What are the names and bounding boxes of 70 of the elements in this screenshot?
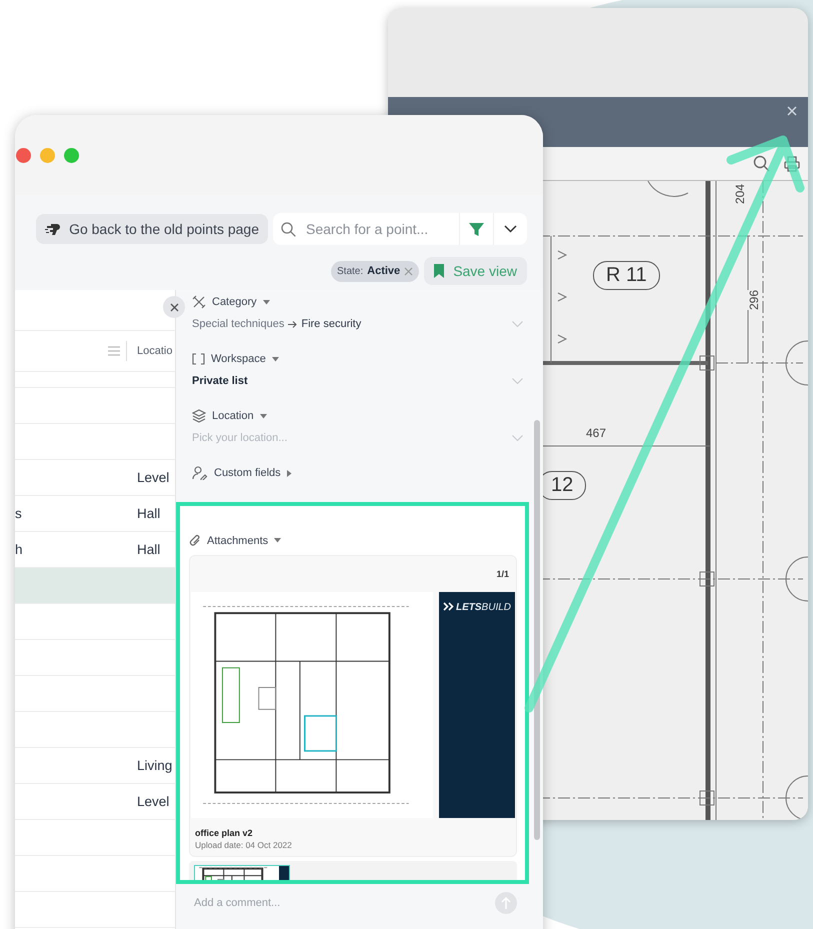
chevron-down-icon (512, 435, 523, 441)
arrow-right-icon (288, 320, 298, 328)
dimension-label: 296 (747, 290, 762, 310)
search-field[interactable]: Search for a point... (273, 213, 459, 245)
caret-down-icon (262, 300, 270, 304)
caret-down-icon (274, 538, 282, 543)
tools-icon (192, 295, 206, 309)
menu-icon[interactable] (108, 346, 120, 356)
filter-button[interactable] (459, 213, 493, 245)
remove-button[interactable] (404, 266, 414, 276)
table-row[interactable] (15, 568, 175, 604)
search-input[interactable]: Search for a point... (304, 220, 459, 238)
dimension-label: 204 (733, 184, 748, 204)
chip-value: Active (367, 265, 400, 277)
chevron-down-icon (512, 378, 523, 384)
dropdown-button[interactable] (493, 213, 527, 245)
logo-text: LETSBUILD (456, 602, 511, 613)
chevron-down-icon (504, 225, 517, 233)
send-button[interactable] (495, 892, 517, 914)
close-button[interactable] (786, 105, 798, 117)
funnel-icon (469, 222, 484, 236)
caret-right-icon (286, 470, 292, 476)
filter-chip[interactable]: State: Active (331, 260, 420, 282)
table-cell: Hall (137, 506, 160, 521)
page-counter: 1/1 (496, 569, 509, 579)
close-icon (170, 302, 178, 312)
table-cell: Hall (137, 542, 160, 557)
attachment-card[interactable]: 1/1 LETSBUILD office plan v2 Upload date: 04 Oct 2022 (189, 555, 517, 857)
dimension-label: 467 (586, 426, 606, 440)
close-icon (404, 266, 414, 276)
field-label[interactable]: Workspace (211, 353, 266, 365)
paperclip-icon (189, 534, 201, 547)
file-name: office plan v2 (195, 828, 254, 838)
table-cell: Level (137, 794, 170, 809)
caret-down-icon (272, 356, 279, 362)
minimize-window-button[interactable] (40, 148, 55, 162)
table-cell: Living (137, 758, 172, 773)
chevrons-icon (442, 602, 454, 611)
table-cell: Level (137, 470, 170, 485)
scrollbar[interactable] (534, 420, 540, 840)
chevron-down-icon (512, 321, 523, 327)
chip-label: State: (337, 266, 364, 276)
close-window-button[interactable] (16, 148, 31, 162)
hand-icon (45, 222, 62, 236)
layers-icon (192, 409, 206, 423)
attachments-label[interactable]: Attachments (207, 534, 268, 546)
zoom-window-button[interactable] (64, 148, 79, 162)
upload-date: Upload date: 04 Oct 2022 (195, 840, 293, 850)
comment-field[interactable]: Add a comment... (192, 896, 338, 910)
bracket-icon (192, 353, 205, 365)
bookmark-icon (434, 264, 444, 278)
select-field[interactable]: Special techniques Fire security (192, 318, 531, 330)
back-button[interactable]: Go back to the old points page (36, 214, 268, 244)
table-cell: h (15, 542, 23, 557)
field-label[interactable]: Category (212, 296, 257, 308)
floor-plan-drawing (198, 867, 270, 880)
person-edit-icon (192, 466, 208, 480)
column-header[interactable]: Locatio (137, 345, 172, 357)
caret-down-icon (260, 414, 267, 418)
room-label: R 11 (593, 261, 660, 290)
upload-arrow-icon (501, 897, 511, 909)
close-button[interactable] (163, 296, 185, 318)
search-icon (281, 222, 296, 236)
table-cell: s (15, 506, 22, 521)
print-icon[interactable] (784, 156, 800, 172)
field-label[interactable]: Location (212, 410, 254, 422)
select-field[interactable]: Private list (192, 375, 531, 387)
search-icon[interactable] (753, 155, 770, 172)
field-label[interactable]: Custom fields (214, 467, 281, 479)
close-icon (786, 105, 798, 117)
